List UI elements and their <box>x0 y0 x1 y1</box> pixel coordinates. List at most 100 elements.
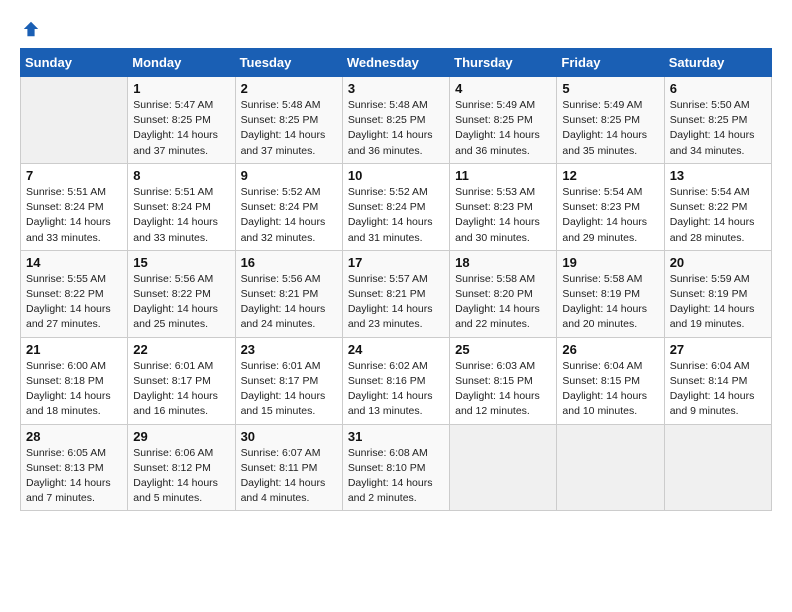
calendar-cell: 11 Sunrise: 5:53 AM Sunset: 8:23 PM Dayli… <box>450 163 557 250</box>
calendar-cell <box>450 424 557 511</box>
logo <box>20 20 40 38</box>
day-info: Sunrise: 5:49 AM Sunset: 8:25 PM Dayligh… <box>455 98 551 159</box>
day-number: 14 <box>26 255 122 270</box>
day-number: 12 <box>562 168 658 183</box>
day-info: Sunrise: 5:58 AM Sunset: 8:19 PM Dayligh… <box>562 272 658 333</box>
day-number: 27 <box>670 342 766 357</box>
weekday-header: Saturday <box>664 49 771 77</box>
calendar-cell: 21 Sunrise: 6:00 AM Sunset: 8:18 PM Dayli… <box>21 337 128 424</box>
calendar-cell: 31Sunrise: 6:08 AM Sunset: 8:10 PM Dayli… <box>342 424 449 511</box>
day-info: Sunrise: 6:03 AM Sunset: 8:15 PM Dayligh… <box>455 359 551 420</box>
day-info: Sunrise: 5:47 AM Sunset: 8:25 PM Dayligh… <box>133 98 229 159</box>
day-number: 19 <box>562 255 658 270</box>
calendar-week-row: 28 Sunrise: 6:05 AM Sunset: 8:13 PM Dayli… <box>21 424 772 511</box>
day-info: Sunrise: 6:06 AM Sunset: 8:12 PM Dayligh… <box>133 446 229 507</box>
day-number: 15 <box>133 255 229 270</box>
calendar-cell: 12Sunrise: 5:54 AM Sunset: 8:23 PM Dayli… <box>557 163 664 250</box>
day-number: 2 <box>241 81 337 96</box>
day-info: Sunrise: 6:00 AM Sunset: 8:18 PM Dayligh… <box>26 359 122 420</box>
day-number: 17 <box>348 255 444 270</box>
day-info: Sunrise: 5:48 AM Sunset: 8:25 PM Dayligh… <box>241 98 337 159</box>
calendar-cell: 14 Sunrise: 5:55 AM Sunset: 8:22 PM Dayli… <box>21 250 128 337</box>
calendar-cell: 22 Sunrise: 6:01 AM Sunset: 8:17 PM Dayli… <box>128 337 235 424</box>
day-number: 3 <box>348 81 444 96</box>
day-number: 1 <box>133 81 229 96</box>
day-info: Sunrise: 5:52 AM Sunset: 8:24 PM Dayligh… <box>241 185 337 246</box>
day-info: Sunrise: 6:05 AM Sunset: 8:13 PM Dayligh… <box>26 446 122 507</box>
day-info: Sunrise: 5:59 AM Sunset: 8:19 PM Dayligh… <box>670 272 766 333</box>
calendar-week-row: 7 Sunrise: 5:51 AM Sunset: 8:24 PM Daylig… <box>21 163 772 250</box>
calendar-table: SundayMondayTuesdayWednesdayThursdayFrid… <box>20 48 772 511</box>
calendar-week-row: 21 Sunrise: 6:00 AM Sunset: 8:18 PM Dayli… <box>21 337 772 424</box>
calendar-cell: 27 Sunrise: 6:04 AM Sunset: 8:14 PM Dayli… <box>664 337 771 424</box>
day-info: Sunrise: 5:48 AM Sunset: 8:25 PM Dayligh… <box>348 98 444 159</box>
day-info: Sunrise: 5:56 AM Sunset: 8:21 PM Dayligh… <box>241 272 337 333</box>
day-number: 6 <box>670 81 766 96</box>
day-number: 8 <box>133 168 229 183</box>
calendar-cell: 10 Sunrise: 5:52 AM Sunset: 8:24 PM Dayli… <box>342 163 449 250</box>
day-number: 25 <box>455 342 551 357</box>
day-number: 26 <box>562 342 658 357</box>
calendar-cell <box>664 424 771 511</box>
day-info: Sunrise: 6:01 AM Sunset: 8:17 PM Dayligh… <box>241 359 337 420</box>
day-info: Sunrise: 5:54 AM Sunset: 8:22 PM Dayligh… <box>670 185 766 246</box>
day-info: Sunrise: 5:57 AM Sunset: 8:21 PM Dayligh… <box>348 272 444 333</box>
logo-icon <box>22 20 40 38</box>
calendar-cell: 17 Sunrise: 5:57 AM Sunset: 8:21 PM Dayli… <box>342 250 449 337</box>
weekday-header: Monday <box>128 49 235 77</box>
calendar-week-row: 1 Sunrise: 5:47 AM Sunset: 8:25 PM Daylig… <box>21 77 772 164</box>
calendar-cell: 30Sunrise: 6:07 AM Sunset: 8:11 PM Dayli… <box>235 424 342 511</box>
calendar-cell: 18 Sunrise: 5:58 AM Sunset: 8:20 PM Dayli… <box>450 250 557 337</box>
calendar-cell <box>557 424 664 511</box>
page-header <box>20 20 772 38</box>
day-info: Sunrise: 5:55 AM Sunset: 8:22 PM Dayligh… <box>26 272 122 333</box>
calendar-cell: 26 Sunrise: 6:04 AM Sunset: 8:15 PM Dayli… <box>557 337 664 424</box>
day-info: Sunrise: 5:51 AM Sunset: 8:24 PM Dayligh… <box>26 185 122 246</box>
day-info: Sunrise: 5:52 AM Sunset: 8:24 PM Dayligh… <box>348 185 444 246</box>
calendar-cell: 28 Sunrise: 6:05 AM Sunset: 8:13 PM Dayli… <box>21 424 128 511</box>
weekday-header: Friday <box>557 49 664 77</box>
calendar-cell: 3 Sunrise: 5:48 AM Sunset: 8:25 PM Daylig… <box>342 77 449 164</box>
day-info: Sunrise: 5:51 AM Sunset: 8:24 PM Dayligh… <box>133 185 229 246</box>
day-number: 5 <box>562 81 658 96</box>
weekday-header: Wednesday <box>342 49 449 77</box>
day-number: 13 <box>670 168 766 183</box>
calendar-cell: 7 Sunrise: 5:51 AM Sunset: 8:24 PM Daylig… <box>21 163 128 250</box>
calendar-cell: 19 Sunrise: 5:58 AM Sunset: 8:19 PM Dayli… <box>557 250 664 337</box>
day-number: 30 <box>241 429 337 444</box>
day-number: 18 <box>455 255 551 270</box>
day-number: 16 <box>241 255 337 270</box>
day-number: 23 <box>241 342 337 357</box>
day-info: Sunrise: 6:02 AM Sunset: 8:16 PM Dayligh… <box>348 359 444 420</box>
weekday-header: Tuesday <box>235 49 342 77</box>
calendar-week-row: 14 Sunrise: 5:55 AM Sunset: 8:22 PM Dayli… <box>21 250 772 337</box>
day-number: 28 <box>26 429 122 444</box>
day-number: 11 <box>455 168 551 183</box>
day-info: Sunrise: 5:53 AM Sunset: 8:23 PM Dayligh… <box>455 185 551 246</box>
day-info: Sunrise: 5:50 AM Sunset: 8:25 PM Dayligh… <box>670 98 766 159</box>
weekday-header: Sunday <box>21 49 128 77</box>
day-info: Sunrise: 5:58 AM Sunset: 8:20 PM Dayligh… <box>455 272 551 333</box>
calendar-cell: 2 Sunrise: 5:48 AM Sunset: 8:25 PM Daylig… <box>235 77 342 164</box>
calendar-cell: 16 Sunrise: 5:56 AM Sunset: 8:21 PM Dayli… <box>235 250 342 337</box>
calendar-cell: 6 Sunrise: 5:50 AM Sunset: 8:25 PM Daylig… <box>664 77 771 164</box>
day-number: 9 <box>241 168 337 183</box>
day-number: 21 <box>26 342 122 357</box>
day-number: 20 <box>670 255 766 270</box>
day-info: Sunrise: 6:01 AM Sunset: 8:17 PM Dayligh… <box>133 359 229 420</box>
day-number: 24 <box>348 342 444 357</box>
day-info: Sunrise: 6:04 AM Sunset: 8:15 PM Dayligh… <box>562 359 658 420</box>
day-number: 29 <box>133 429 229 444</box>
day-info: Sunrise: 6:08 AM Sunset: 8:10 PM Dayligh… <box>348 446 444 507</box>
day-number: 10 <box>348 168 444 183</box>
calendar-cell: 4Sunrise: 5:49 AM Sunset: 8:25 PM Daylig… <box>450 77 557 164</box>
calendar-cell: 8 Sunrise: 5:51 AM Sunset: 8:24 PM Daylig… <box>128 163 235 250</box>
day-number: 22 <box>133 342 229 357</box>
day-number: 7 <box>26 168 122 183</box>
day-info: Sunrise: 5:49 AM Sunset: 8:25 PM Dayligh… <box>562 98 658 159</box>
calendar-cell: 29 Sunrise: 6:06 AM Sunset: 8:12 PM Dayli… <box>128 424 235 511</box>
day-info: Sunrise: 6:04 AM Sunset: 8:14 PM Dayligh… <box>670 359 766 420</box>
calendar-cell: 9 Sunrise: 5:52 AM Sunset: 8:24 PM Daylig… <box>235 163 342 250</box>
calendar-cell: 25 Sunrise: 6:03 AM Sunset: 8:15 PM Dayli… <box>450 337 557 424</box>
weekday-header: Thursday <box>450 49 557 77</box>
